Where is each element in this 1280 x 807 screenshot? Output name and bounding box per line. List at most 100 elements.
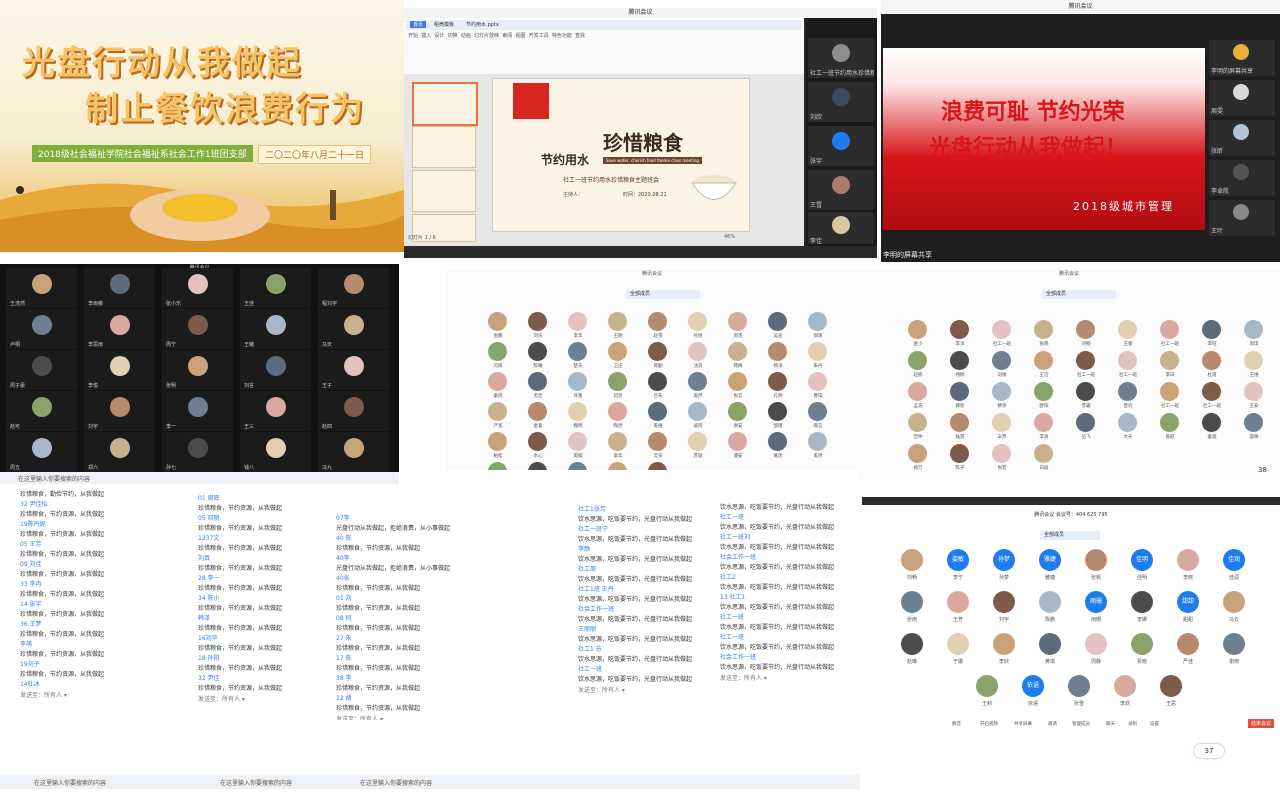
grid-a-tab[interactable]: 全部成员 bbox=[626, 290, 700, 299]
member-tile[interactable]: 冯雨 bbox=[478, 342, 518, 375]
member-tile[interactable]: 柏松 bbox=[478, 432, 518, 465]
member-avatar[interactable] bbox=[1131, 633, 1153, 655]
send-to-selector[interactable]: 发送至：所有人 ▾ bbox=[720, 673, 860, 682]
member-tile[interactable]: 云朵 bbox=[638, 432, 678, 465]
member-avatar[interactable] bbox=[947, 591, 969, 613]
member-tile[interactable]: 吕布 bbox=[638, 372, 678, 405]
send-to-selector[interactable]: 发送至：所有人 ▾ bbox=[578, 685, 718, 694]
share-button[interactable]: 共享屏幕 bbox=[1014, 721, 1032, 727]
menu-review[interactable]: 审阅 bbox=[502, 33, 512, 39]
member-tile[interactable]: 张鹏 bbox=[478, 312, 518, 345]
member-tile[interactable]: 施然 bbox=[678, 372, 718, 405]
participant-tile[interactable]: 王浩然 bbox=[6, 268, 77, 308]
member-avatar[interactable]: 佳明 bbox=[1131, 549, 1153, 571]
slide-thumb-1[interactable] bbox=[412, 82, 478, 126]
taskbar-search[interactable]: 在这里输入你要搜索的内容 bbox=[18, 474, 90, 483]
member-tile[interactable]: 曹操 bbox=[798, 372, 838, 405]
member-tile[interactable]: 欧阳 bbox=[1024, 382, 1064, 415]
member-tile[interactable]: 陈子 bbox=[940, 444, 980, 477]
member-tile[interactable]: 秦风 bbox=[478, 372, 518, 405]
invite-button[interactable]: 邀请 bbox=[1048, 721, 1057, 727]
member-tile[interactable]: 韩愈 bbox=[940, 382, 980, 415]
member-avatar[interactable] bbox=[976, 675, 998, 697]
participant-tile[interactable]: 王三 bbox=[240, 391, 311, 431]
menu-design[interactable]: 设计 bbox=[434, 33, 444, 39]
member-tile[interactable]: 刘畅 bbox=[1066, 320, 1106, 353]
member-tile[interactable]: 杨柳 bbox=[940, 351, 980, 384]
send-to-selector[interactable]: 发送至：所有人 ▾ bbox=[20, 690, 190, 699]
member-tile[interactable]: 社工一班 bbox=[982, 320, 1022, 353]
menu-slideshow[interactable]: 幻灯片放映 bbox=[474, 33, 499, 39]
member-tile[interactable]: 柳宗 bbox=[982, 382, 1022, 415]
member-tile[interactable]: 章华 bbox=[598, 432, 638, 465]
member-tile[interactable]: 杜甫 bbox=[1192, 351, 1232, 384]
participant-tile[interactable]: 赵四 bbox=[318, 391, 389, 431]
taskbar-search-3[interactable]: 在这里输入你要搜索的内容 bbox=[360, 778, 432, 787]
side-tile-1[interactable]: 李明的屏幕共享 bbox=[1209, 40, 1275, 76]
member-tile[interactable]: 蒋勤 bbox=[638, 342, 678, 375]
member-tile[interactable]: 郎朗 bbox=[558, 462, 598, 470]
member-tile[interactable]: 周琪 bbox=[1234, 320, 1274, 353]
member-avatar[interactable] bbox=[1177, 633, 1199, 655]
menu-animation[interactable]: 动画 bbox=[461, 33, 471, 39]
participant-tile[interactable]: 李思雨 bbox=[84, 309, 155, 349]
member-tile[interactable]: 陈曦 bbox=[518, 342, 558, 375]
member-avatar[interactable]: 姿敏 bbox=[947, 549, 969, 571]
side-tile-4[interactable]: 李卓航 bbox=[1209, 160, 1275, 196]
menu-view[interactable]: 视图 bbox=[515, 33, 525, 39]
member-tile[interactable]: 李白 bbox=[1150, 351, 1190, 384]
member-tile[interactable]: 窦娟 bbox=[558, 432, 598, 465]
member-tile[interactable]: 苏轼 bbox=[678, 432, 718, 465]
member-tile[interactable]: 楚天 bbox=[558, 342, 598, 375]
member-tile[interactable]: 严宽 bbox=[478, 402, 518, 435]
tab-home[interactable]: 首页 bbox=[410, 21, 427, 28]
participant-tile[interactable]: 王曦 bbox=[240, 309, 311, 349]
member-tile[interactable]: 文天 bbox=[1108, 413, 1148, 446]
member-tile[interactable]: 金小 bbox=[898, 320, 938, 353]
member-tile[interactable]: 卫庄 bbox=[598, 342, 638, 375]
participant-tile-4[interactable]: 王雪 bbox=[808, 170, 874, 210]
taskbar-search-2[interactable]: 在这里输入你要搜索的内容 bbox=[220, 778, 292, 787]
member-tile[interactable]: 孙悦 bbox=[678, 312, 718, 345]
participant-tile-5[interactable]: 李佳 bbox=[808, 212, 874, 245]
participant-tile[interactable]: 李雨薇 bbox=[84, 268, 155, 308]
grid-b-tab[interactable]: 全部成员 bbox=[1042, 290, 1116, 299]
member-avatar[interactable] bbox=[1160, 675, 1182, 697]
member-tile[interactable]: 周杰 bbox=[718, 312, 758, 345]
slide-thumb-2[interactable] bbox=[412, 126, 476, 168]
member-tile[interactable]: 邹瑾 bbox=[758, 402, 798, 435]
member-tile[interactable]: 社工一班 bbox=[1150, 382, 1190, 415]
member-tile[interactable]: 曾巩 bbox=[1108, 382, 1148, 415]
member-avatar[interactable] bbox=[1068, 675, 1090, 697]
participant-tile-3[interactable]: 张宇 bbox=[808, 126, 874, 166]
record-button[interactable]: 录制 bbox=[1128, 721, 1137, 727]
menu-insert[interactable]: 插入 bbox=[421, 33, 431, 39]
member-tile[interactable]: 白居 bbox=[1024, 444, 1064, 477]
menu-dev[interactable]: 开发工具 bbox=[529, 33, 549, 39]
member-tile[interactable]: 谢安 bbox=[718, 402, 758, 435]
settings-button[interactable]: 设置 bbox=[1150, 721, 1159, 727]
member-tile[interactable]: 杨万 bbox=[898, 444, 938, 477]
member-avatar[interactable] bbox=[947, 633, 969, 655]
slide-thumb-3[interactable] bbox=[412, 170, 476, 212]
member-avatar[interactable]: 雨珊 bbox=[1085, 591, 1107, 613]
member-tile[interactable]: 喻言 bbox=[798, 402, 838, 435]
member-avatar[interactable] bbox=[1085, 633, 1107, 655]
participant-tile[interactable]: 程刘宇 bbox=[318, 268, 389, 308]
member-tile[interactable]: 何炅 bbox=[598, 372, 638, 405]
member-tile[interactable]: 陶然 bbox=[598, 402, 638, 435]
member-tile[interactable]: 潘安 bbox=[718, 432, 758, 465]
member-avatar[interactable] bbox=[993, 591, 1015, 613]
member-tile[interactable]: 岳飞 bbox=[1066, 413, 1106, 446]
member-tile[interactable]: 水心 bbox=[518, 432, 558, 465]
member-tile[interactable]: 社工一班 bbox=[1150, 320, 1190, 353]
member-tile[interactable]: 孔明 bbox=[758, 372, 798, 405]
member-tile[interactable]: 范仲 bbox=[898, 413, 938, 446]
member-tile[interactable]: 刘乐 bbox=[518, 312, 558, 345]
member-tile[interactable]: 许嵩 bbox=[558, 372, 598, 405]
participant-tile[interactable]: 赵可 bbox=[6, 391, 77, 431]
member-avatar[interactable] bbox=[1223, 633, 1245, 655]
member-tile[interactable]: 李华 bbox=[558, 312, 598, 345]
participant-tile[interactable]: 孙七 bbox=[162, 432, 233, 472]
member-tile[interactable]: 李钰 bbox=[1192, 320, 1232, 353]
